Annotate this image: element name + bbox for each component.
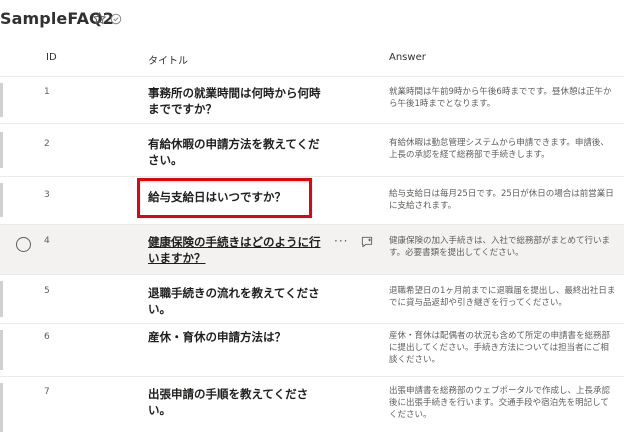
row-title[interactable]: 事務所の就業時間は何時から何時までですか？ <box>148 85 330 117</box>
column-header-row: ID タイトル Answer <box>0 48 624 70</box>
row-answer: 給与支給日は毎月25日です。25日が休日の場合は前営業日に支給されます。 <box>389 189 614 211</box>
row-rail <box>0 383 3 432</box>
row-answer: 出張申請書を総務部のウェブポータルで作成し、上長承認後に出張手続きを行います。交… <box>389 386 611 420</box>
row-id: 7 <box>44 387 50 397</box>
row-answer: 健康保険の加入手続きは、入社で総務部がまとめて行います。必要書類を提出してくださ… <box>389 236 611 258</box>
column-header-title[interactable]: タイトル <box>148 52 188 67</box>
row-id: 4 <box>44 236 50 246</box>
row-rail <box>0 183 3 217</box>
more-icon[interactable]: ··· <box>334 234 348 248</box>
table-row[interactable]: 1 事務所の就業時間は何時から何時までですか？ 就業時間は午前9時から午後6時ま… <box>0 77 624 123</box>
column-header-answer[interactable]: Answer <box>389 52 426 63</box>
row-title[interactable]: 産休・育休の申請方法は？ <box>148 329 330 345</box>
row-id: 6 <box>44 332 50 342</box>
row-id: 1 <box>44 87 50 97</box>
radio-icon[interactable] <box>16 237 31 252</box>
table-row[interactable]: 7 出張申請の手順を教えてください。 出張申請書を総務部のウェブポータルで作成し… <box>0 377 624 432</box>
row-id: 2 <box>44 139 50 149</box>
table-row[interactable]: 6 産休・育休の申請方法は？ 産休・育休は配偶者の状況も含めて所定の申請書を総務… <box>0 324 624 376</box>
row-rail <box>0 330 3 370</box>
row-rail <box>0 281 3 317</box>
row-answer: 退職希望日の1ヶ月前までに退職届を提出し、最終出社日までに貸与品返却や引き継ぎを… <box>389 286 616 308</box>
row-rail <box>0 132 3 168</box>
list-header-bar: SampleFAQ2 <box>0 0 624 40</box>
row-title-link[interactable]: 健康保険の手続きはどのように行いますか？ <box>148 234 330 266</box>
row-title[interactable]: 出張申請の手順を教えてください。 <box>148 386 330 418</box>
row-title[interactable]: 有給休暇の申請方法を教えてください。 <box>148 136 330 168</box>
table-row[interactable]: 5 退職手続きの流れを教えてください。 退職希望日の1ヶ月前までに退職届を提出し… <box>0 275 624 323</box>
comment-icon[interactable] <box>360 235 374 249</box>
table-row-selected[interactable]: 4 健康保険の手続きはどのように行いますか？ ··· 健康保険の加入手続きは、入… <box>0 225 624 274</box>
highlight-box <box>137 178 312 218</box>
row-rail <box>0 83 3 117</box>
row-id: 3 <box>44 190 50 200</box>
check-circle-icon <box>110 13 122 25</box>
row-id: 5 <box>44 286 50 296</box>
row-title[interactable]: 退職手続きの流れを教えてください。 <box>148 285 330 317</box>
table-row[interactable]: 3 給与支給日はいつですか？ 給与支給日は毎月25日です。25日が休日の場合は前… <box>0 177 624 224</box>
row-answer: 就業時間は午前9時から午後6時までです。昼休憩は正午から午後1時までとなります。 <box>389 87 612 109</box>
row-answer: 産休・育休は配偶者の状況も含めて所定の申請書を総務部に提出してください。手続き方… <box>389 331 611 365</box>
row-answer: 有給休暇は勤怠管理システムから申請できます。申請後、上長の承認を経て総務部で手続… <box>389 138 609 160</box>
column-header-id[interactable]: ID <box>46 52 57 63</box>
table-row[interactable]: 2 有給休暇の申請方法を教えてください。 有給休暇は勤怠管理システムから申請でき… <box>0 124 624 176</box>
star-icon[interactable] <box>92 11 107 26</box>
